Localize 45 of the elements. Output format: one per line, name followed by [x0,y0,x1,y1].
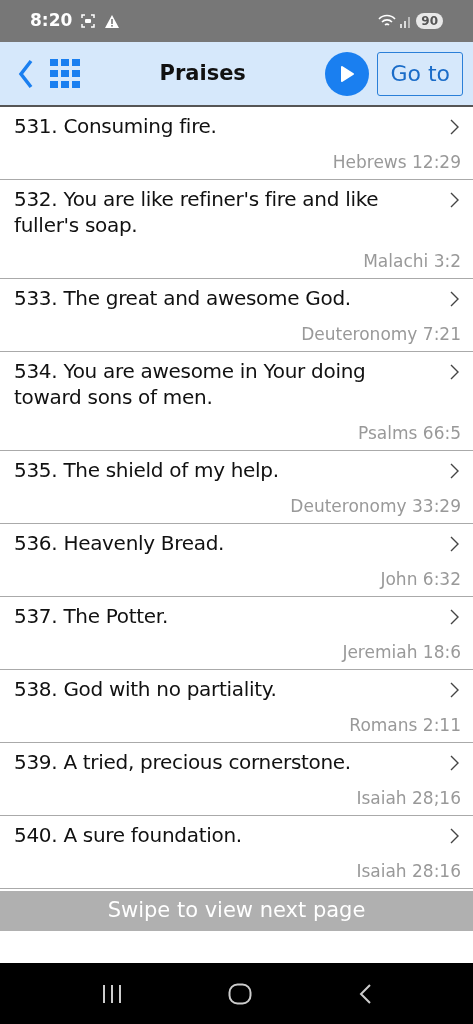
screenshot-icon [80,13,97,29]
chevron-icon [450,364,459,380]
item-reference: Hebrews 12:29 [331,151,461,174]
item-reference: John 6:32 [378,568,461,591]
play-icon [339,64,356,83]
item-reference: Deuteronomy 7:21 [300,323,461,346]
chevron-icon [450,463,459,479]
item-title: 532. You are like refiner's fire and like fuller's soap. [14,186,380,238]
chevron-icon [450,291,459,307]
item-reference: Deuteronomy 33:29 [289,495,461,518]
signal-icon [400,14,413,28]
home-icon[interactable] [228,983,253,1005]
item-reference: Malachi 3:2 [362,250,461,273]
grid-menu-icon[interactable] [50,58,80,89]
item-reference: Romans 2:11 [348,714,461,737]
item-reference: Jeremiah 18:6 [340,641,461,664]
back-nav-icon[interactable] [358,983,373,1005]
chevron-icon [450,119,459,135]
item-reference: Isaiah 28:16 [355,860,461,883]
battery-level: 90 [416,13,443,29]
chevron-icon [450,682,459,698]
item-title: 540. A sure foundation. [14,822,243,848]
wifi-icon [378,14,397,28]
status-time: 8:20 [30,9,73,33]
chevron-icon [450,536,459,552]
chevron-icon [450,828,459,844]
page-title: Praises [159,60,246,85]
item-title: 537. The Potter. [14,603,169,629]
recent-apps-icon[interactable] [100,984,123,1004]
warning-icon [104,13,121,29]
chevron-icon [450,192,459,208]
item-title: 535. The shield of my help. [14,457,280,483]
back-icon[interactable] [18,58,34,89]
item-reference: Isaiah 28;16 [355,787,461,810]
item-title: 531. Consuming fire. [14,113,218,139]
item-title: 533. The great and awesome God. [14,285,352,311]
go-to-button[interactable]: Go to [377,51,463,96]
item-title: 538. God with no partiality. [14,676,278,702]
chevron-icon [450,609,459,625]
chevron-icon [450,755,459,771]
item-title: 534. You are awesome in Your doing toward sons of men. [14,358,367,410]
swipe-hint: Swipe to view next page [0,891,473,931]
item-reference: Psalms 66:5 [357,422,461,445]
item-title: 539. A tried, precious cornerstone. [14,749,352,775]
item-title: 536. Heavenly Bread. [14,530,226,556]
